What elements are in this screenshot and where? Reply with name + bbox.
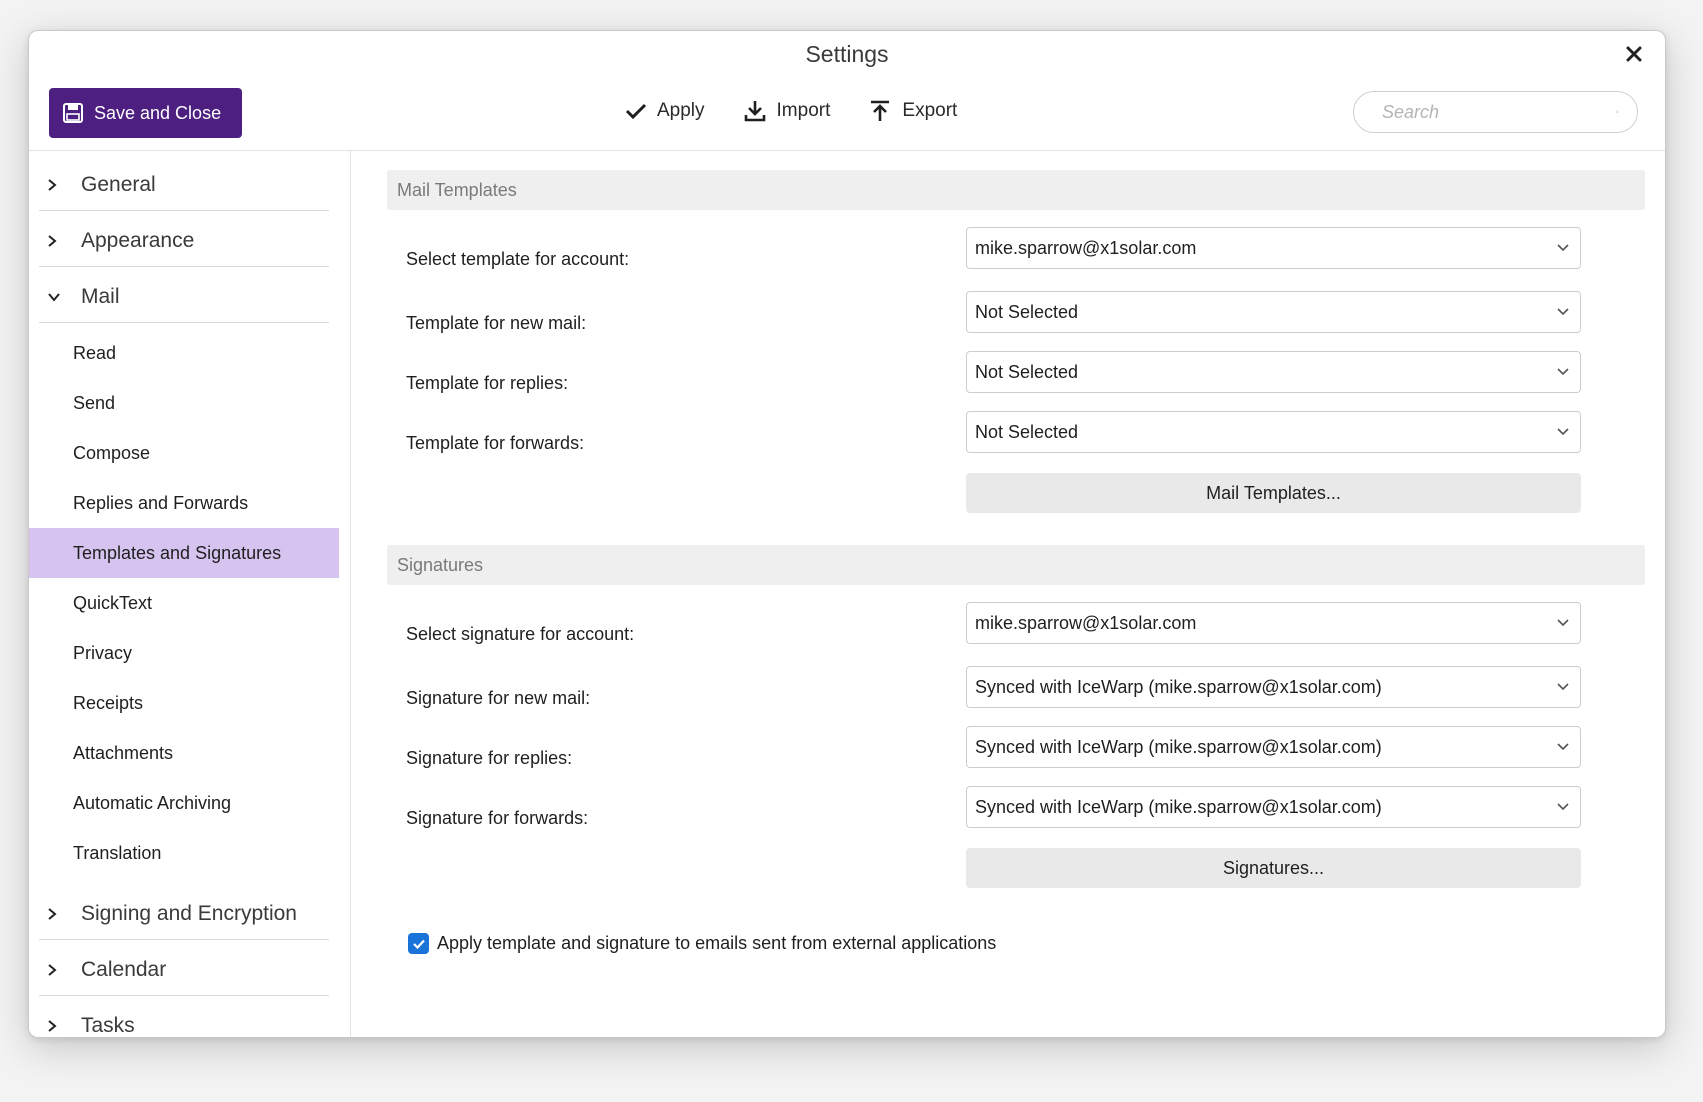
template-forwards-label: Template for forwards: [406,433,585,453]
sidebar-section-label: General [81,172,156,196]
apply-label: Apply [657,100,705,121]
chevron-right-icon [39,907,79,921]
sidebar-item-quicktext[interactable]: QuickText [29,578,339,628]
sidebar-section-label: Mail [81,284,120,308]
signature-account-select[interactable]: mike.sparrow@x1solar.com [966,602,1581,644]
signature-replies-value: Synced with IceWarp (mike.sparrow@x1sola… [975,736,1382,757]
template-forwards-select[interactable]: Not Selected [966,411,1581,453]
close-icon [1626,46,1642,62]
sidebar-section-appearance[interactable]: Appearance [39,215,329,267]
mail-templates-heading: Mail Templates [387,170,1645,210]
chevron-right-icon [39,178,79,192]
chevron-down-icon [1557,308,1569,316]
signature-forwards-value: Synced with IceWarp (mike.sparrow@x1sola… [975,796,1382,817]
sidebar-item-replies-and-forwards[interactable]: Replies and Forwards [29,478,339,528]
export-icon [871,100,890,121]
signature-new-mail-select[interactable]: Synced with IceWarp (mike.sparrow@x1sola… [966,666,1581,708]
external-apps-label: Apply template and signature to emails s… [437,933,997,953]
template-account-select[interactable]: mike.sparrow@x1solar.com [966,227,1581,269]
chevron-down-icon [1557,743,1569,751]
sidebar-item-read[interactable]: Read [29,328,339,378]
sidebar: General Appearance Mail Read Send Compos… [29,151,351,1037]
signatures-heading: Signatures [387,545,1645,585]
mail-templates-button[interactable]: Mail Templates... [966,473,1581,513]
search-input[interactable] [1382,101,1616,123]
signatures-button[interactable]: Signatures... [966,848,1581,888]
template-replies-value: Not Selected [975,361,1079,382]
template-new-mail-select[interactable]: Not Selected [966,291,1581,333]
template-replies-label: Template for replies: [406,373,569,393]
sidebar-section-label: Appearance [81,228,195,252]
sidebar-item-compose[interactable]: Compose [29,428,339,478]
settings-content: Mail Templates Select template for accou… [351,151,1665,1037]
sidebar-section-label: Signing and Encryption [81,901,297,925]
chevron-down-icon [1557,428,1569,436]
template-forwards-value: Not Selected [975,421,1079,442]
signature-replies-label: Signature for replies: [406,748,573,768]
sidebar-section-signing-and-encryption[interactable]: Signing and Encryption [39,888,329,940]
signature-account-label: Select signature for account: [406,624,635,644]
import-label: Import [776,100,831,121]
window-title: Settings [805,41,889,67]
checkmark-icon [625,103,647,120]
sidebar-section-tasks[interactable]: Tasks [39,1000,329,1037]
export-button[interactable]: Export [868,99,957,123]
sidebar-section-general[interactable]: General [39,159,329,211]
template-account-value: mike.sparrow@x1solar.com [975,237,1197,258]
template-account-label: Select template for account: [406,249,630,269]
chevron-right-icon [39,234,79,248]
template-replies-select[interactable]: Not Selected [966,351,1581,393]
chevron-down-icon [1557,803,1569,811]
chevron-down-icon [1557,619,1569,627]
template-new-mail-value: Not Selected [975,301,1079,322]
chevron-down-icon [1557,683,1569,691]
signature-forwards-select[interactable]: Synced with IceWarp (mike.sparrow@x1sola… [966,786,1581,828]
save-and-close-label: Save and Close [94,102,222,123]
sidebar-item-receipts[interactable]: Receipts [29,678,339,728]
template-new-mail-label: Template for new mail: [406,313,587,333]
signature-replies-select[interactable]: Synced with IceWarp (mike.sparrow@x1sola… [966,726,1581,768]
sidebar-section-label: Calendar [81,957,167,981]
search-box [1353,91,1638,133]
checkmark-icon [412,939,425,949]
sidebar-item-automatic-archiving[interactable]: Automatic Archiving [29,778,339,828]
signature-forwards-label: Signature for forwards: [406,808,589,828]
sidebar-item-attachments[interactable]: Attachments [29,728,339,778]
external-apps-checkbox[interactable] [408,933,429,954]
import-icon [744,101,765,122]
sidebar-item-privacy[interactable]: Privacy [29,628,339,678]
external-apps-option[interactable]: Apply template and signature to emails s… [408,933,996,954]
sidebar-section-mail[interactable]: Mail [39,271,329,323]
import-button[interactable]: Import [743,99,831,123]
save-and-close-button[interactable]: Save and Close [49,88,242,138]
chevron-down-icon [1557,368,1569,376]
signature-new-mail-value: Synced with IceWarp (mike.sparrow@x1sola… [975,676,1382,697]
settings-window: Settings Save and Close Apply Import Exp… [28,30,1666,1038]
sidebar-item-templates-and-signatures[interactable]: Templates and Signatures [29,528,339,578]
chevron-right-icon [39,1019,79,1033]
search-icon[interactable] [1616,102,1619,122]
signature-account-value: mike.sparrow@x1solar.com [975,612,1197,633]
save-icon [63,103,83,123]
chevron-down-icon [1557,244,1569,252]
toolbar: Apply Import Export [625,99,957,123]
signature-new-mail-label: Signature for new mail: [406,688,591,708]
chevron-right-icon [39,963,79,977]
sidebar-item-translation[interactable]: Translation [29,828,339,878]
chevron-down-icon [39,292,79,302]
sidebar-section-label: Tasks [81,1013,135,1037]
sidebar-section-calendar[interactable]: Calendar [39,944,329,996]
sidebar-item-send[interactable]: Send [29,378,339,428]
apply-button[interactable]: Apply [625,99,705,123]
export-label: Export [902,100,958,121]
close-button[interactable] [1619,39,1649,69]
